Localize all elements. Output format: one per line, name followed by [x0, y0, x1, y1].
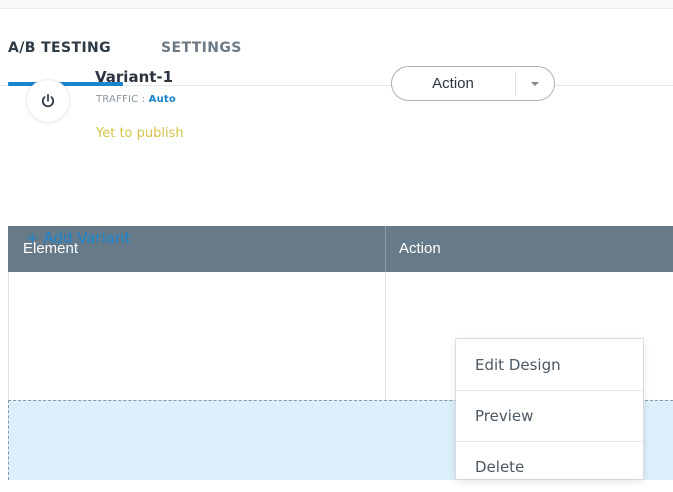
power-toggle-button[interactable] — [27, 80, 69, 122]
row-left-border — [8, 272, 9, 400]
action-dropdown-menu: Edit Design Preview Delete — [456, 339, 643, 479]
add-variant-link[interactable]: + Add Variant — [26, 229, 130, 247]
row-column-divider — [385, 272, 386, 400]
variant-name: Variant-1 — [95, 68, 174, 86]
status-text: Yet to publish — [96, 126, 184, 141]
menu-item-delete[interactable]: Delete — [456, 441, 643, 492]
power-icon — [42, 93, 54, 108]
tab-settings[interactable]: SETTINGS — [161, 40, 242, 56]
column-header-action: Action — [399, 240, 441, 257]
caret-down-icon — [531, 81, 539, 86]
action-button[interactable]: Action — [392, 67, 514, 100]
traffic-label: TRAFFIC : — [96, 94, 146, 105]
tab-ab-testing[interactable]: A/B TESTING — [8, 40, 111, 56]
menu-item-preview[interactable]: Preview — [456, 390, 643, 441]
traffic-value: Auto — [148, 94, 176, 105]
header-divider — [385, 226, 386, 272]
action-dropdown-toggle[interactable] — [516, 67, 554, 100]
menu-item-edit-design[interactable]: Edit Design — [456, 339, 643, 390]
traffic-info: TRAFFIC : Auto — [96, 94, 176, 105]
action-split-button: Action — [391, 66, 555, 101]
